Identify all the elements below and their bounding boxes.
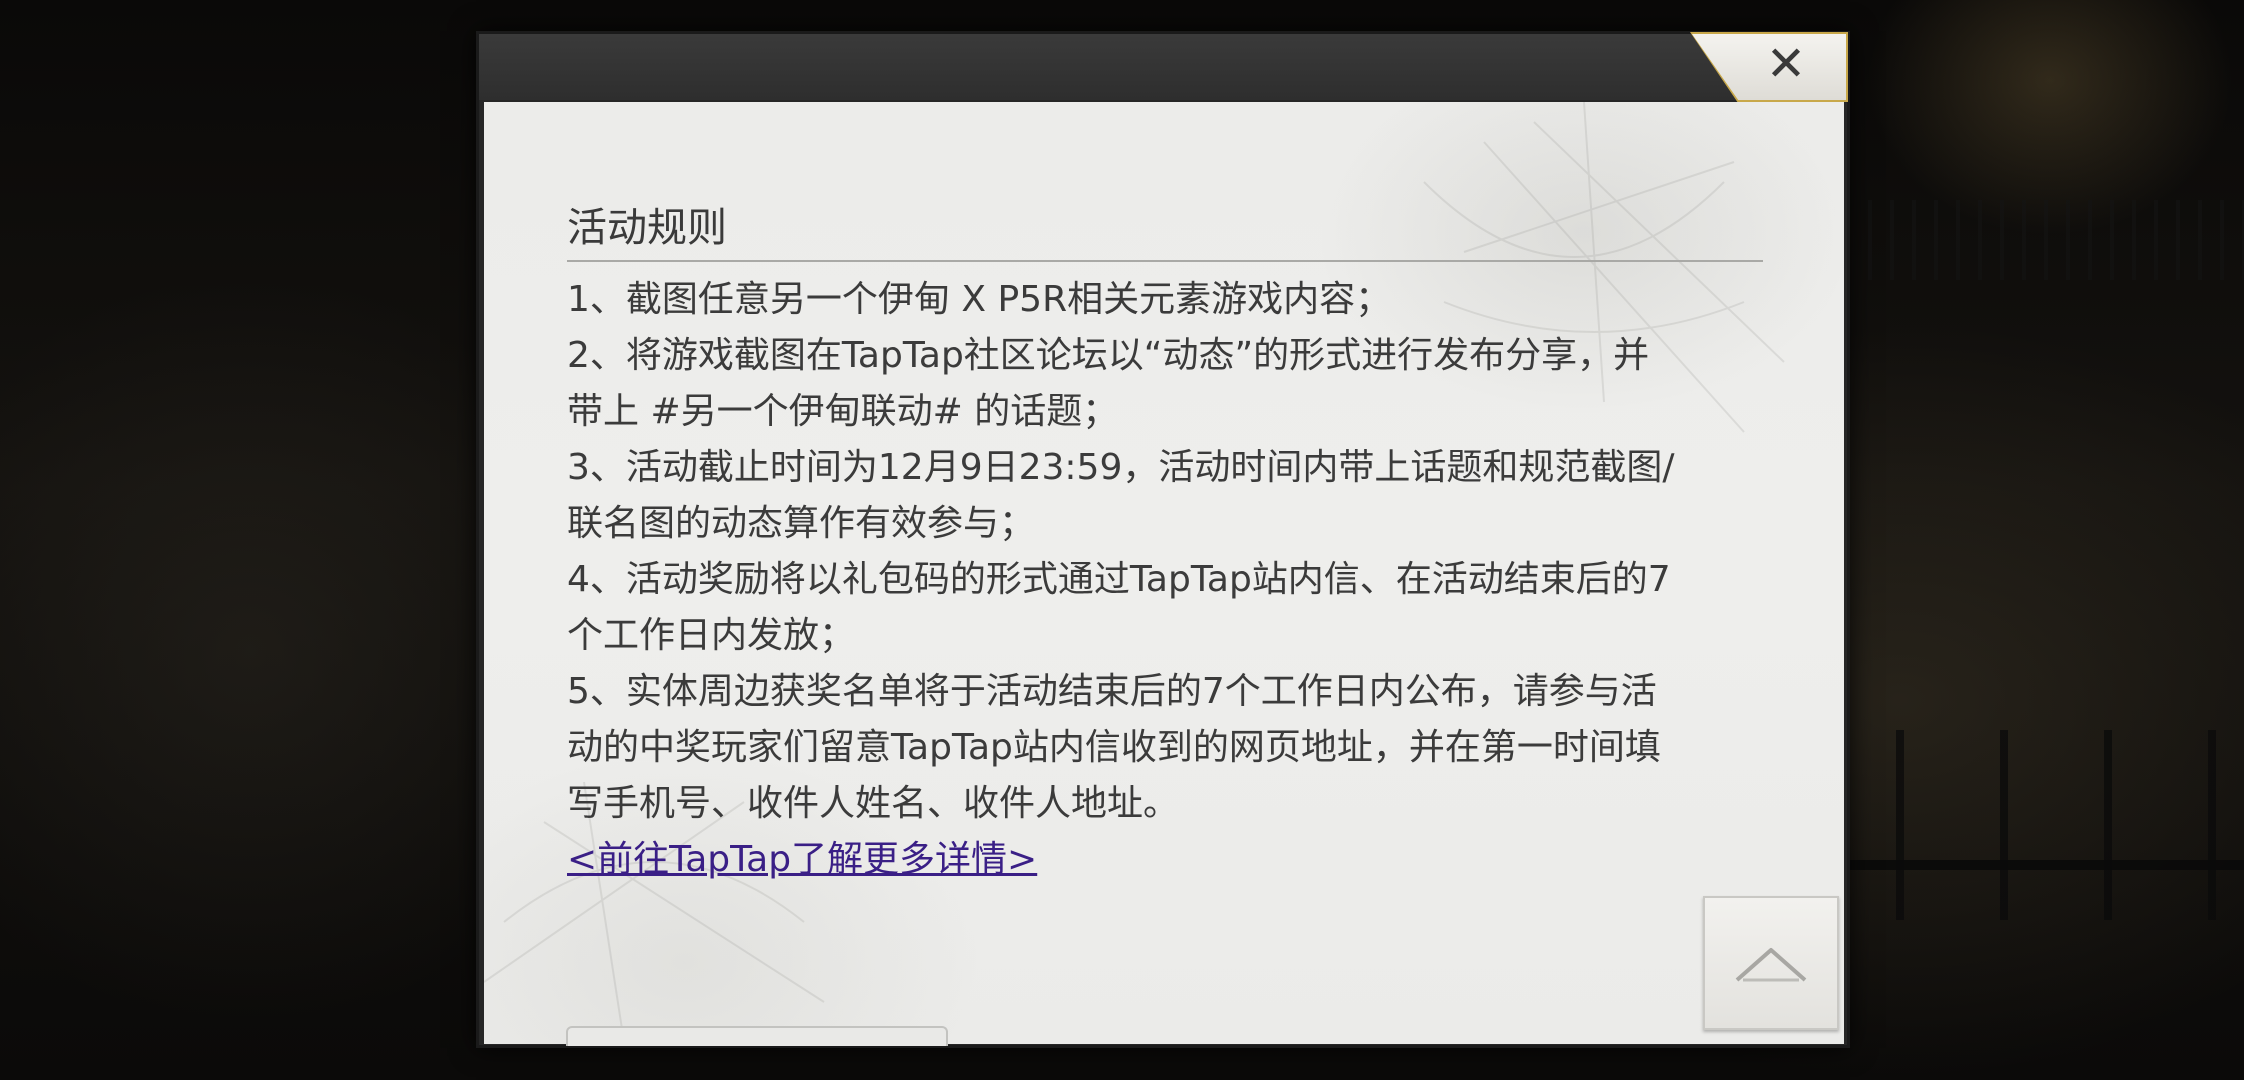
rule-line: 5、实体周边获奖名单将于活动结束后的7个工作日内公布，请参与活 xyxy=(567,671,1657,712)
bottom-tab-button[interactable] xyxy=(566,1026,948,1046)
background-fence xyxy=(1850,730,2244,920)
rules-content: 活动规则 1、截图任意另一个伊甸 X P5R相关元素游戏内容； 2、将游戏截图在… xyxy=(567,196,1767,888)
scroll-to-top-button[interactable] xyxy=(1703,896,1839,1030)
rule-line: 1、截图任意另一个伊甸 X P5R相关元素游戏内容； xyxy=(567,279,1392,320)
rules-title: 活动规则 xyxy=(567,205,727,251)
taptap-details-link[interactable]: <前往TapTap了解更多详情> xyxy=(567,832,1037,888)
rule-line: 联名图的动态算作有效参与； xyxy=(567,503,1036,544)
rule-line: 3、活动截止时间为12月9日23:59，活动时间内带上话题和规范截图/ xyxy=(567,447,1675,488)
rule-line: 2、将游戏截图在TapTap社区论坛以“动态”的形式进行发布分享，并 xyxy=(567,335,1650,376)
chevron-up-icon xyxy=(1735,948,1807,982)
rule-line: 带上 #另一个伊甸联动# 的话题； xyxy=(567,391,1119,432)
rule-line: 动的中奖玩家们留意TapTap站内信收到的网页地址，并在第一时间填 xyxy=(567,727,1661,768)
background-fence-rail xyxy=(1850,860,2244,870)
dialog-header-bar xyxy=(479,34,1847,100)
rule-line: 个工作日内发放； xyxy=(567,615,856,656)
rule-line: 写手机号、收件人姓名、收件人地址。 xyxy=(567,783,1180,824)
background-fence-top xyxy=(1850,200,2244,280)
title-divider xyxy=(567,260,1763,262)
rule-line: 4、活动奖励将以礼包码的形式通过TapTap站内信、在活动结束后的7 xyxy=(567,559,1671,600)
close-icon[interactable]: ✕ xyxy=(1762,40,1810,88)
